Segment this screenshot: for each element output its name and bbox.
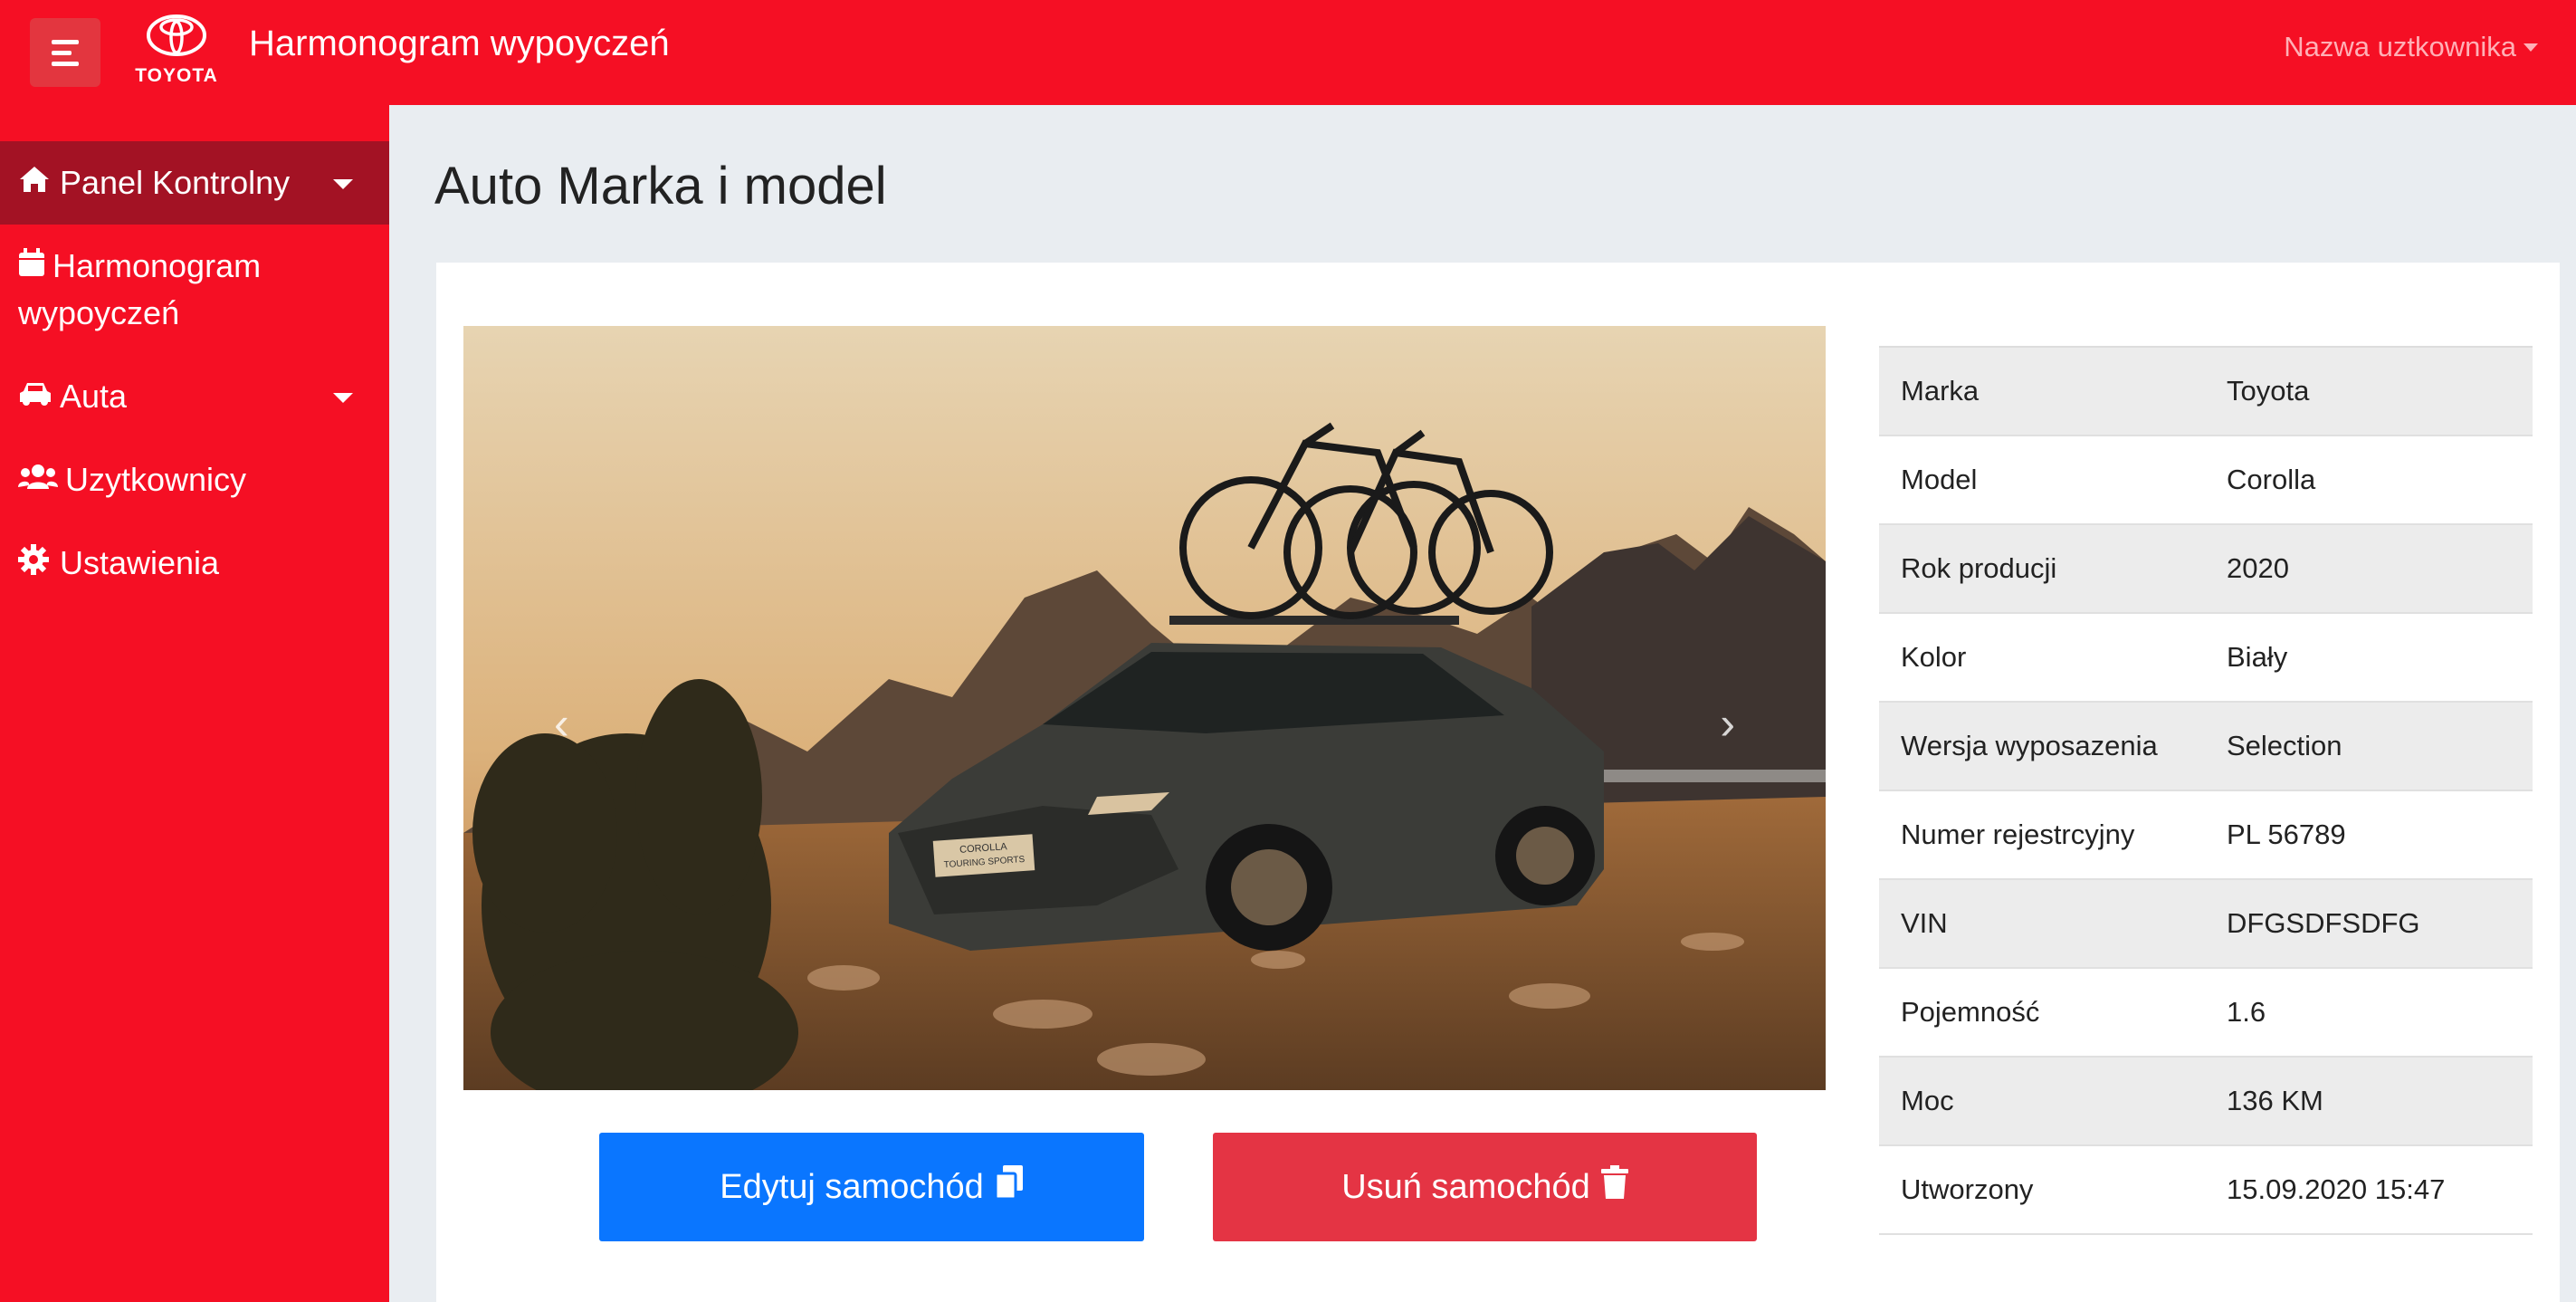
sidebar-item-label: Harmonogram	[52, 247, 262, 284]
detail-value: 136 KM	[2227, 1085, 2323, 1116]
chevron-down-icon	[333, 393, 353, 403]
detail-value: 2020	[2227, 552, 2289, 584]
table-row: Moc 136 KM	[1879, 1058, 2533, 1146]
sidebar-item-uzytkownicy[interactable]: Uzytkownicy	[0, 453, 389, 507]
toyota-logo[interactable]: TOYOTA	[127, 14, 226, 87]
table-row: Marka Toyota	[1879, 348, 2533, 436]
detail-value: Corolla	[2227, 464, 2316, 495]
sidebar-item-panel-kontrolny[interactable]: Panel Kontrolny	[0, 141, 389, 225]
hamburger-icon	[52, 39, 79, 44]
gear-icon	[18, 543, 54, 583]
detail-key: Moc	[1901, 1085, 1954, 1116]
sidebar: Panel Kontrolny Harmonogram wypoyczeń Au…	[0, 105, 389, 1302]
car-details-table: Marka Toyota Model Corolla Rok producji 202…	[1879, 346, 2533, 1235]
table-row: Kolor Biały	[1879, 614, 2533, 703]
detail-value: 1.6	[2227, 996, 2266, 1028]
detail-value: Biały	[2227, 641, 2288, 673]
sidebar-item-auta[interactable]: Auta	[0, 369, 389, 424]
delete-car-label: Usuń samochód	[1341, 1167, 1590, 1206]
delete-car-button[interactable]: Usuń samochód	[1213, 1133, 1757, 1241]
detail-key: Kolor	[1901, 641, 1967, 673]
sidebar-item-label-line2: wypoyczeń	[18, 294, 180, 331]
edit-car-label: Edytuj samochód	[720, 1167, 984, 1206]
detail-value: DFGSDFSDFG	[2227, 907, 2420, 939]
table-row: Numer rejestrcyjny PL 56789	[1879, 791, 2533, 880]
users-icon	[18, 461, 60, 499]
sidebar-item-label: Panel Kontrolny	[60, 164, 291, 201]
table-row: VIN DFGSDFSDFG	[1879, 880, 2533, 969]
sidebar-item-label: Ustawienia	[60, 544, 220, 581]
sidebar-item-label: Uzytkownicy	[65, 461, 247, 498]
app-title: Harmonogram wypoyczeń	[249, 24, 670, 63]
table-row: Utworzony 15.09.2020 15:47	[1879, 1146, 2533, 1235]
user-menu-dropdown[interactable]: Nazwa uztkownika	[2284, 31, 2538, 63]
detail-key: VIN	[1901, 907, 1948, 939]
detail-value: PL 56789	[2227, 819, 2346, 850]
logo-text: TOYOTA	[135, 65, 218, 86]
detail-key: Utworzony	[1901, 1173, 2034, 1205]
detail-value: Selection	[2227, 730, 2342, 761]
detail-key: Model	[1901, 464, 1978, 495]
table-row: Wersja wyposazenia Selection	[1879, 703, 2533, 791]
detail-key: Wersja wyposazenia	[1901, 730, 2158, 761]
sidebar-item-harmonogram[interactable]: Harmonogram wypoyczeń	[0, 243, 389, 342]
table-row: Model Corolla	[1879, 436, 2533, 525]
chevron-down-icon	[333, 179, 353, 189]
carousel-prev-icon[interactable]: ‹	[554, 697, 569, 750]
car-icon	[18, 378, 54, 416]
table-row: Rok producji 2020	[1879, 525, 2533, 614]
copy-icon	[994, 1165, 1024, 1209]
toyota-emblem-icon	[147, 14, 206, 56]
chevron-down-icon	[2524, 43, 2538, 52]
sidebar-item-label: Auta	[60, 378, 128, 415]
trash-icon	[1600, 1165, 1628, 1209]
user-name: Nazwa uztkownika	[2284, 31, 2516, 62]
edit-car-button[interactable]: Edytuj samochód	[599, 1133, 1144, 1241]
top-navbar: TOYOTA Harmonogram wypoyczeń Nazwa uztko…	[0, 0, 2576, 105]
page-title: Auto Marka i model	[434, 157, 887, 215]
table-row: Pojemność 1.6	[1879, 969, 2533, 1058]
car-photo-carousel[interactable]: COROLLA TOURING SPORTS ‹ ›	[463, 326, 1826, 1090]
carousel-next-icon[interactable]: ›	[1720, 697, 1735, 750]
calendar-icon	[18, 243, 47, 290]
car-photo: COROLLA TOURING SPORTS	[463, 326, 1826, 1090]
detail-value: Toyota	[2227, 375, 2310, 407]
sidebar-item-ustawienia[interactable]: Ustawienia	[0, 536, 389, 590]
detail-key: Pojemność	[1901, 996, 2040, 1028]
detail-key: Numer rejestrcyjny	[1901, 819, 2135, 850]
detail-key: Rok producji	[1901, 552, 2057, 584]
hamburger-icon-line	[52, 61, 79, 66]
home-icon	[18, 164, 54, 202]
hamburger-icon-line	[52, 50, 72, 55]
detail-value: 15.09.2020 15:47	[2227, 1173, 2446, 1205]
detail-key: Marka	[1901, 375, 1980, 407]
sidebar-toggle-button[interactable]	[30, 18, 100, 87]
